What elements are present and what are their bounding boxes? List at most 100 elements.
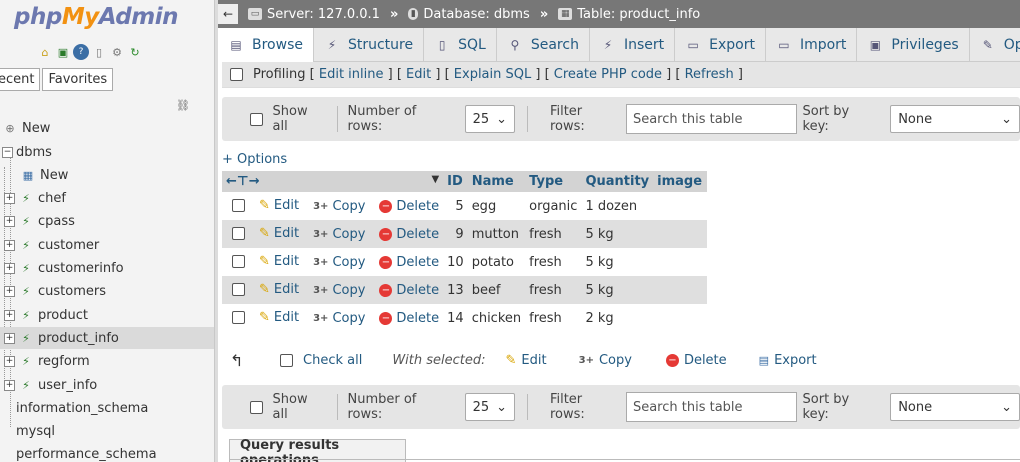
tree-table-chef[interactable]: + ⚡ chef bbox=[4, 187, 66, 209]
sort-down-icon[interactable]: ▼ bbox=[431, 174, 439, 189]
help-icon[interactable]: ? bbox=[73, 44, 89, 60]
tab-privileges[interactable]: ▣ Privileges bbox=[857, 28, 970, 62]
nav-splitter[interactable] bbox=[214, 0, 218, 462]
tree-table-customers[interactable]: + ⚡ customers bbox=[4, 280, 106, 302]
docs-icon[interactable]: ▯ bbox=[91, 44, 107, 60]
tab-operations[interactable]: ✎Ope bbox=[970, 28, 1020, 62]
tab-export[interactable]: ▭ Export bbox=[675, 28, 766, 62]
refresh-link[interactable]: Refresh bbox=[685, 67, 734, 82]
tree-table-customer[interactable]: + ⚡ customer bbox=[4, 234, 99, 256]
cell-type[interactable]: fresh bbox=[525, 304, 581, 332]
options-toggle[interactable]: + Options bbox=[222, 152, 287, 167]
show-all-checkbox[interactable] bbox=[250, 400, 263, 414]
cell-image[interactable] bbox=[653, 304, 707, 332]
column-header-image[interactable]: image bbox=[653, 171, 708, 192]
tree-db-dbms[interactable]: − dbms bbox=[2, 141, 52, 163]
cell-name[interactable]: egg bbox=[468, 192, 525, 220]
cell-id[interactable]: 14 bbox=[443, 304, 468, 332]
tab-insert[interactable]: ⚡ Insert bbox=[590, 28, 676, 62]
rows-select[interactable]: 25 ⌄ bbox=[464, 105, 515, 133]
home-icon[interactable]: ⌂ bbox=[37, 44, 53, 60]
cell-id[interactable]: 5 bbox=[443, 192, 468, 220]
cell-id[interactable]: 13 bbox=[443, 276, 468, 304]
expand-icon[interactable]: + bbox=[4, 355, 15, 367]
tree-db-mysql[interactable]: +mysql bbox=[2, 420, 55, 442]
cell-quantity[interactable]: 5 kg bbox=[581, 220, 654, 248]
column-header-quantity[interactable]: Quantity bbox=[581, 171, 654, 192]
bulk-edit-button[interactable]: ✎ Edit bbox=[506, 353, 547, 368]
rows-select[interactable]: 25 ⌄ bbox=[464, 393, 515, 421]
row-edit-button[interactable]: ✎ Edit bbox=[259, 226, 299, 241]
row-delete-button[interactable]: − Delete bbox=[379, 283, 439, 298]
cell-name[interactable]: chicken bbox=[468, 304, 525, 332]
collapse-icon[interactable]: − bbox=[2, 146, 13, 158]
sort-select[interactable]: None ⌄ bbox=[890, 105, 1020, 133]
cell-id[interactable]: 10 bbox=[443, 248, 468, 276]
cell-type[interactable]: fresh bbox=[525, 220, 582, 248]
cell-quantity[interactable]: 1 dozen bbox=[581, 192, 653, 220]
explain-sql-link[interactable]: Explain SQL bbox=[454, 67, 531, 82]
expand-icon[interactable]: + bbox=[4, 379, 15, 391]
tree-new-database[interactable]: ⊕ New bbox=[2, 117, 50, 139]
expand-icon[interactable]: + bbox=[4, 215, 15, 227]
cell-image[interactable] bbox=[653, 192, 707, 220]
tree-table-regform[interactable]: + ⚡ regform bbox=[4, 350, 90, 372]
tab-browse[interactable]: ▤ Browse bbox=[218, 28, 314, 62]
row-checkbox[interactable] bbox=[232, 227, 245, 240]
row-copy-button[interactable]: 3+ Copy bbox=[313, 199, 365, 214]
tree-new-table[interactable]: ▦ New bbox=[20, 164, 69, 186]
tree-table-product-info[interactable]: + ⚡ product_info bbox=[0, 327, 214, 349]
row-copy-button[interactable]: 3+ Copy bbox=[313, 311, 365, 326]
cell-quantity[interactable]: 2 kg bbox=[581, 304, 653, 332]
expand-icon[interactable]: + bbox=[4, 239, 15, 251]
cell-type[interactable]: fresh bbox=[525, 248, 581, 276]
tab-favorites[interactable]: Favorites bbox=[42, 68, 114, 91]
settings-gear-icon[interactable]: ⚙ bbox=[109, 44, 125, 60]
cell-name[interactable]: beef bbox=[467, 276, 526, 304]
tab-sql[interactable]: ▯ SQL bbox=[424, 28, 497, 62]
tree-db-information-schema[interactable]: +information_schema bbox=[2, 397, 148, 419]
tree-table-product[interactable]: + ⚡ product bbox=[4, 304, 88, 326]
cell-quantity[interactable]: 5 kg bbox=[581, 276, 654, 304]
profiling-checkbox[interactable] bbox=[230, 68, 243, 81]
row-copy-button[interactable]: 3+ Copy bbox=[313, 227, 365, 242]
tab-import[interactable]: ▭ Import bbox=[766, 28, 858, 62]
create-php-code-link[interactable]: Create PHP code bbox=[554, 67, 662, 82]
row-checkbox[interactable] bbox=[232, 283, 245, 296]
expand-icon[interactable]: + bbox=[4, 262, 15, 274]
row-checkbox[interactable] bbox=[232, 199, 245, 212]
cell-image[interactable] bbox=[653, 220, 708, 248]
show-all-checkbox[interactable] bbox=[250, 112, 263, 126]
breadcrumb-table[interactable]: ▦ Table: product_info bbox=[558, 7, 700, 22]
column-header-name[interactable]: Name bbox=[467, 171, 526, 192]
cell-quantity[interactable]: 5 kg bbox=[581, 248, 653, 276]
tab-structure[interactable]: ⚡ Structure bbox=[314, 28, 425, 62]
filter-input[interactable]: Search this table bbox=[625, 104, 797, 134]
cell-image[interactable] bbox=[653, 276, 708, 304]
collapse-nav-icon[interactable]: ← bbox=[218, 4, 238, 24]
expand-icon[interactable]: + bbox=[4, 192, 15, 204]
breadcrumb-database[interactable]: ▮ Database: dbms bbox=[408, 7, 530, 22]
edit-inline-link[interactable]: Edit inline bbox=[319, 67, 384, 82]
cell-image[interactable] bbox=[653, 248, 707, 276]
filter-input[interactable]: Search this table bbox=[625, 392, 797, 422]
cell-type[interactable]: fresh bbox=[525, 276, 582, 304]
column-header-id[interactable]: ID bbox=[443, 171, 468, 192]
tree-table-user-info[interactable]: + ⚡ user_info bbox=[4, 374, 97, 396]
row-edit-button[interactable]: ✎ Edit bbox=[259, 254, 299, 269]
breadcrumb-server[interactable]: ▭ Server: 127.0.0.1 bbox=[248, 7, 380, 22]
phpmyadmin-logo[interactable]: phpMyAdmin bbox=[14, 4, 178, 30]
expand-icon[interactable]: + bbox=[4, 309, 15, 321]
tab-search[interactable]: ⚲ Search bbox=[497, 28, 590, 62]
cell-type[interactable]: organic bbox=[525, 192, 581, 220]
row-edit-button[interactable]: ✎ Edit bbox=[259, 198, 299, 213]
tab-recent[interactable]: ecent bbox=[0, 68, 41, 91]
row-checkbox[interactable] bbox=[232, 311, 245, 324]
column-resize-icon[interactable]: ←⊤→ bbox=[226, 174, 260, 189]
edit-link[interactable]: Edit bbox=[406, 67, 431, 82]
row-copy-button[interactable]: 3+ Copy bbox=[313, 255, 365, 270]
row-checkbox[interactable] bbox=[232, 255, 245, 268]
bulk-copy-button[interactable]: 3+ Copy bbox=[579, 353, 632, 368]
bulk-export-button[interactable]: ▤ Export bbox=[759, 353, 817, 368]
reload-icon[interactable]: ↻ bbox=[127, 44, 143, 60]
